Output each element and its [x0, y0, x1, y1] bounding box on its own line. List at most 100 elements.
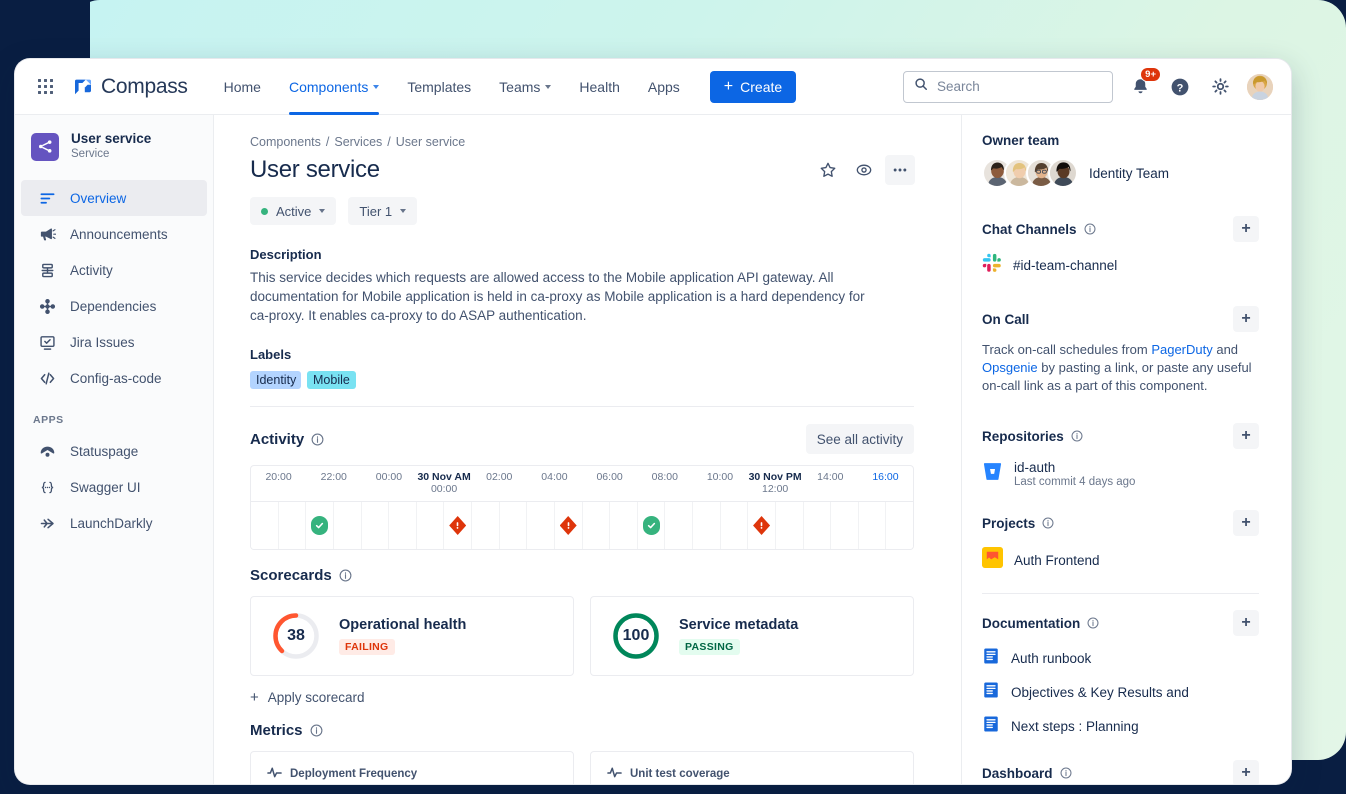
timeline-cell: [831, 502, 859, 549]
timeline-cell: [859, 502, 887, 549]
label-chip[interactable]: Mobile: [307, 371, 356, 389]
heading-label: Documentation: [982, 616, 1080, 631]
sidebar-item-launchdarkly[interactable]: LaunchDarkly: [21, 505, 207, 541]
sidebar-apps-heading: APPS: [15, 396, 213, 433]
search-box[interactable]: [903, 71, 1113, 103]
info-icon[interactable]: [1071, 430, 1083, 442]
heading-label: On Call: [982, 312, 1029, 327]
sidebar-item-activity[interactable]: Activity: [21, 252, 207, 288]
label-chip[interactable]: Identity: [250, 371, 301, 389]
info-icon[interactable]: [1084, 223, 1096, 235]
info-icon[interactable]: [1087, 617, 1099, 629]
chevron-down-icon: [373, 85, 379, 89]
info-icon[interactable]: [1060, 767, 1072, 779]
info-icon[interactable]: [311, 433, 324, 446]
metric-card-unit-test-coverage[interactable]: Unit test coverage 71.4 %: [590, 751, 914, 784]
tick-sublabel: 12:00: [748, 483, 803, 495]
scorecard-title: Service metadata: [679, 617, 798, 633]
repository-row[interactable]: id-authLast commit 4 days ago: [982, 460, 1259, 488]
breadcrumb-services[interactable]: Services: [334, 135, 382, 149]
sidebar-header[interactable]: User service Service: [15, 131, 213, 162]
project-row[interactable]: Auth Frontend: [982, 547, 1259, 573]
event-error-icon[interactable]: [560, 516, 577, 535]
chat-channel-row[interactable]: #id-team-channel: [982, 253, 1259, 278]
breadcrumb-separator: /: [387, 135, 390, 149]
scorecard-service-metadata[interactable]: 100 Service metadata PASSING: [590, 596, 914, 676]
add-documentation-button[interactable]: +: [1233, 610, 1259, 636]
apply-scorecard-button[interactable]: + Apply scorecard: [250, 690, 915, 705]
tick-label: 30 Nov PM: [749, 471, 802, 483]
timeline-tick: 16:00: [858, 466, 913, 501]
heading-label: Chat Channels: [982, 222, 1077, 237]
breadcrumb-separator: /: [326, 135, 329, 149]
metric-card-deployment-frequency[interactable]: Deployment Frequency 29.25 deploys / wee…: [250, 751, 574, 784]
chat-channels-heading: Chat Channels +: [982, 216, 1259, 242]
scorecard-operational-health[interactable]: 38 Operational health FAILING: [250, 596, 574, 676]
sidebar-item-overview[interactable]: Overview: [21, 180, 207, 216]
star-icon[interactable]: [813, 155, 843, 185]
tick-label: 08:00: [652, 471, 678, 483]
owner-team-row[interactable]: Identity Team: [982, 158, 1259, 188]
documentation-row[interactable]: Auth runbook: [982, 647, 1259, 670]
sidebar-label: Activity: [70, 263, 113, 278]
info-icon[interactable]: [1042, 517, 1054, 529]
info-icon[interactable]: [310, 724, 323, 737]
status-badge[interactable]: Active: [250, 197, 336, 225]
projects-block: Projects + Auth Frontend: [982, 510, 1259, 573]
search-input[interactable]: [937, 79, 1102, 94]
breadcrumb-current[interactable]: User service: [396, 135, 465, 149]
metrics-list: Deployment Frequency 29.25 deploys / wee…: [250, 751, 914, 784]
documentation-name: Objectives & Key Results and: [1011, 685, 1189, 700]
settings-gear-icon[interactable]: [1207, 74, 1233, 100]
user-avatar[interactable]: [1247, 74, 1273, 100]
compass-brand-logo[interactable]: Compass: [73, 75, 188, 99]
scorecard-list: 38 Operational health FAILING 100: [250, 596, 914, 676]
pagerduty-link[interactable]: PagerDuty: [1151, 342, 1212, 357]
add-project-button[interactable]: +: [1233, 510, 1259, 536]
help-icon[interactable]: ?: [1167, 74, 1193, 100]
add-repository-button[interactable]: +: [1233, 423, 1259, 449]
sidebar-item-config-as-code[interactable]: Config-as-code: [21, 360, 207, 396]
timeline-cell: [610, 502, 638, 549]
sidebar-item-dependencies[interactable]: Dependencies: [21, 288, 207, 324]
event-error-icon[interactable]: [449, 516, 466, 535]
add-on-call-button[interactable]: +: [1233, 306, 1259, 332]
tier-badge[interactable]: Tier 1: [348, 197, 417, 225]
sidebar-item-swagger-ui[interactable]: Swagger UI: [21, 469, 207, 505]
documentation-row[interactable]: Next steps : Planning: [982, 715, 1259, 738]
tick-label: 04:00: [541, 471, 567, 483]
nav-item-home[interactable]: Home: [210, 59, 275, 115]
event-success-icon[interactable]: [311, 516, 328, 535]
notifications-button[interactable]: 9+: [1127, 74, 1153, 100]
timeline-cell: [693, 502, 721, 549]
add-dashboard-button[interactable]: +: [1233, 760, 1259, 784]
opsgenie-link[interactable]: Opsgenie: [982, 360, 1038, 375]
more-actions-icon[interactable]: [885, 155, 915, 185]
watch-eye-icon[interactable]: [849, 155, 879, 185]
project-avatar-icon: [982, 547, 1003, 573]
nav-item-teams[interactable]: Teams: [485, 59, 565, 115]
timeline-tick: 00:00: [361, 466, 416, 501]
nav-item-components[interactable]: Components: [275, 59, 393, 115]
event-success-icon[interactable]: [643, 516, 660, 535]
create-button[interactable]: + Create: [710, 71, 796, 103]
event-error-icon[interactable]: [753, 516, 770, 535]
status-pills: Active Tier 1: [250, 197, 915, 225]
repository-info: id-authLast commit 4 days ago: [1014, 460, 1135, 488]
avatar: [1048, 158, 1078, 188]
nav-item-templates[interactable]: Templates: [393, 59, 485, 115]
nav-item-health[interactable]: Health: [565, 59, 633, 115]
sidebar-item-statuspage[interactable]: Statuspage: [21, 433, 207, 469]
timeline-cell: [638, 502, 666, 549]
documentation-row[interactable]: Objectives & Key Results and: [982, 681, 1259, 704]
breadcrumb-components[interactable]: Components: [250, 135, 321, 149]
app-switcher-icon[interactable]: [31, 73, 59, 101]
info-icon[interactable]: [339, 569, 352, 582]
see-all-activity-button[interactable]: See all activity: [806, 424, 914, 454]
add-chat-channel-button[interactable]: +: [1233, 216, 1259, 242]
sidebar-item-jira-issues[interactable]: Jira Issues: [21, 324, 207, 360]
sidebar-item-announcements[interactable]: Announcements: [21, 216, 207, 252]
chevron-down-icon: [319, 209, 325, 213]
nav-item-apps[interactable]: Apps: [634, 59, 694, 115]
documentation-heading: Documentation +: [982, 610, 1259, 636]
